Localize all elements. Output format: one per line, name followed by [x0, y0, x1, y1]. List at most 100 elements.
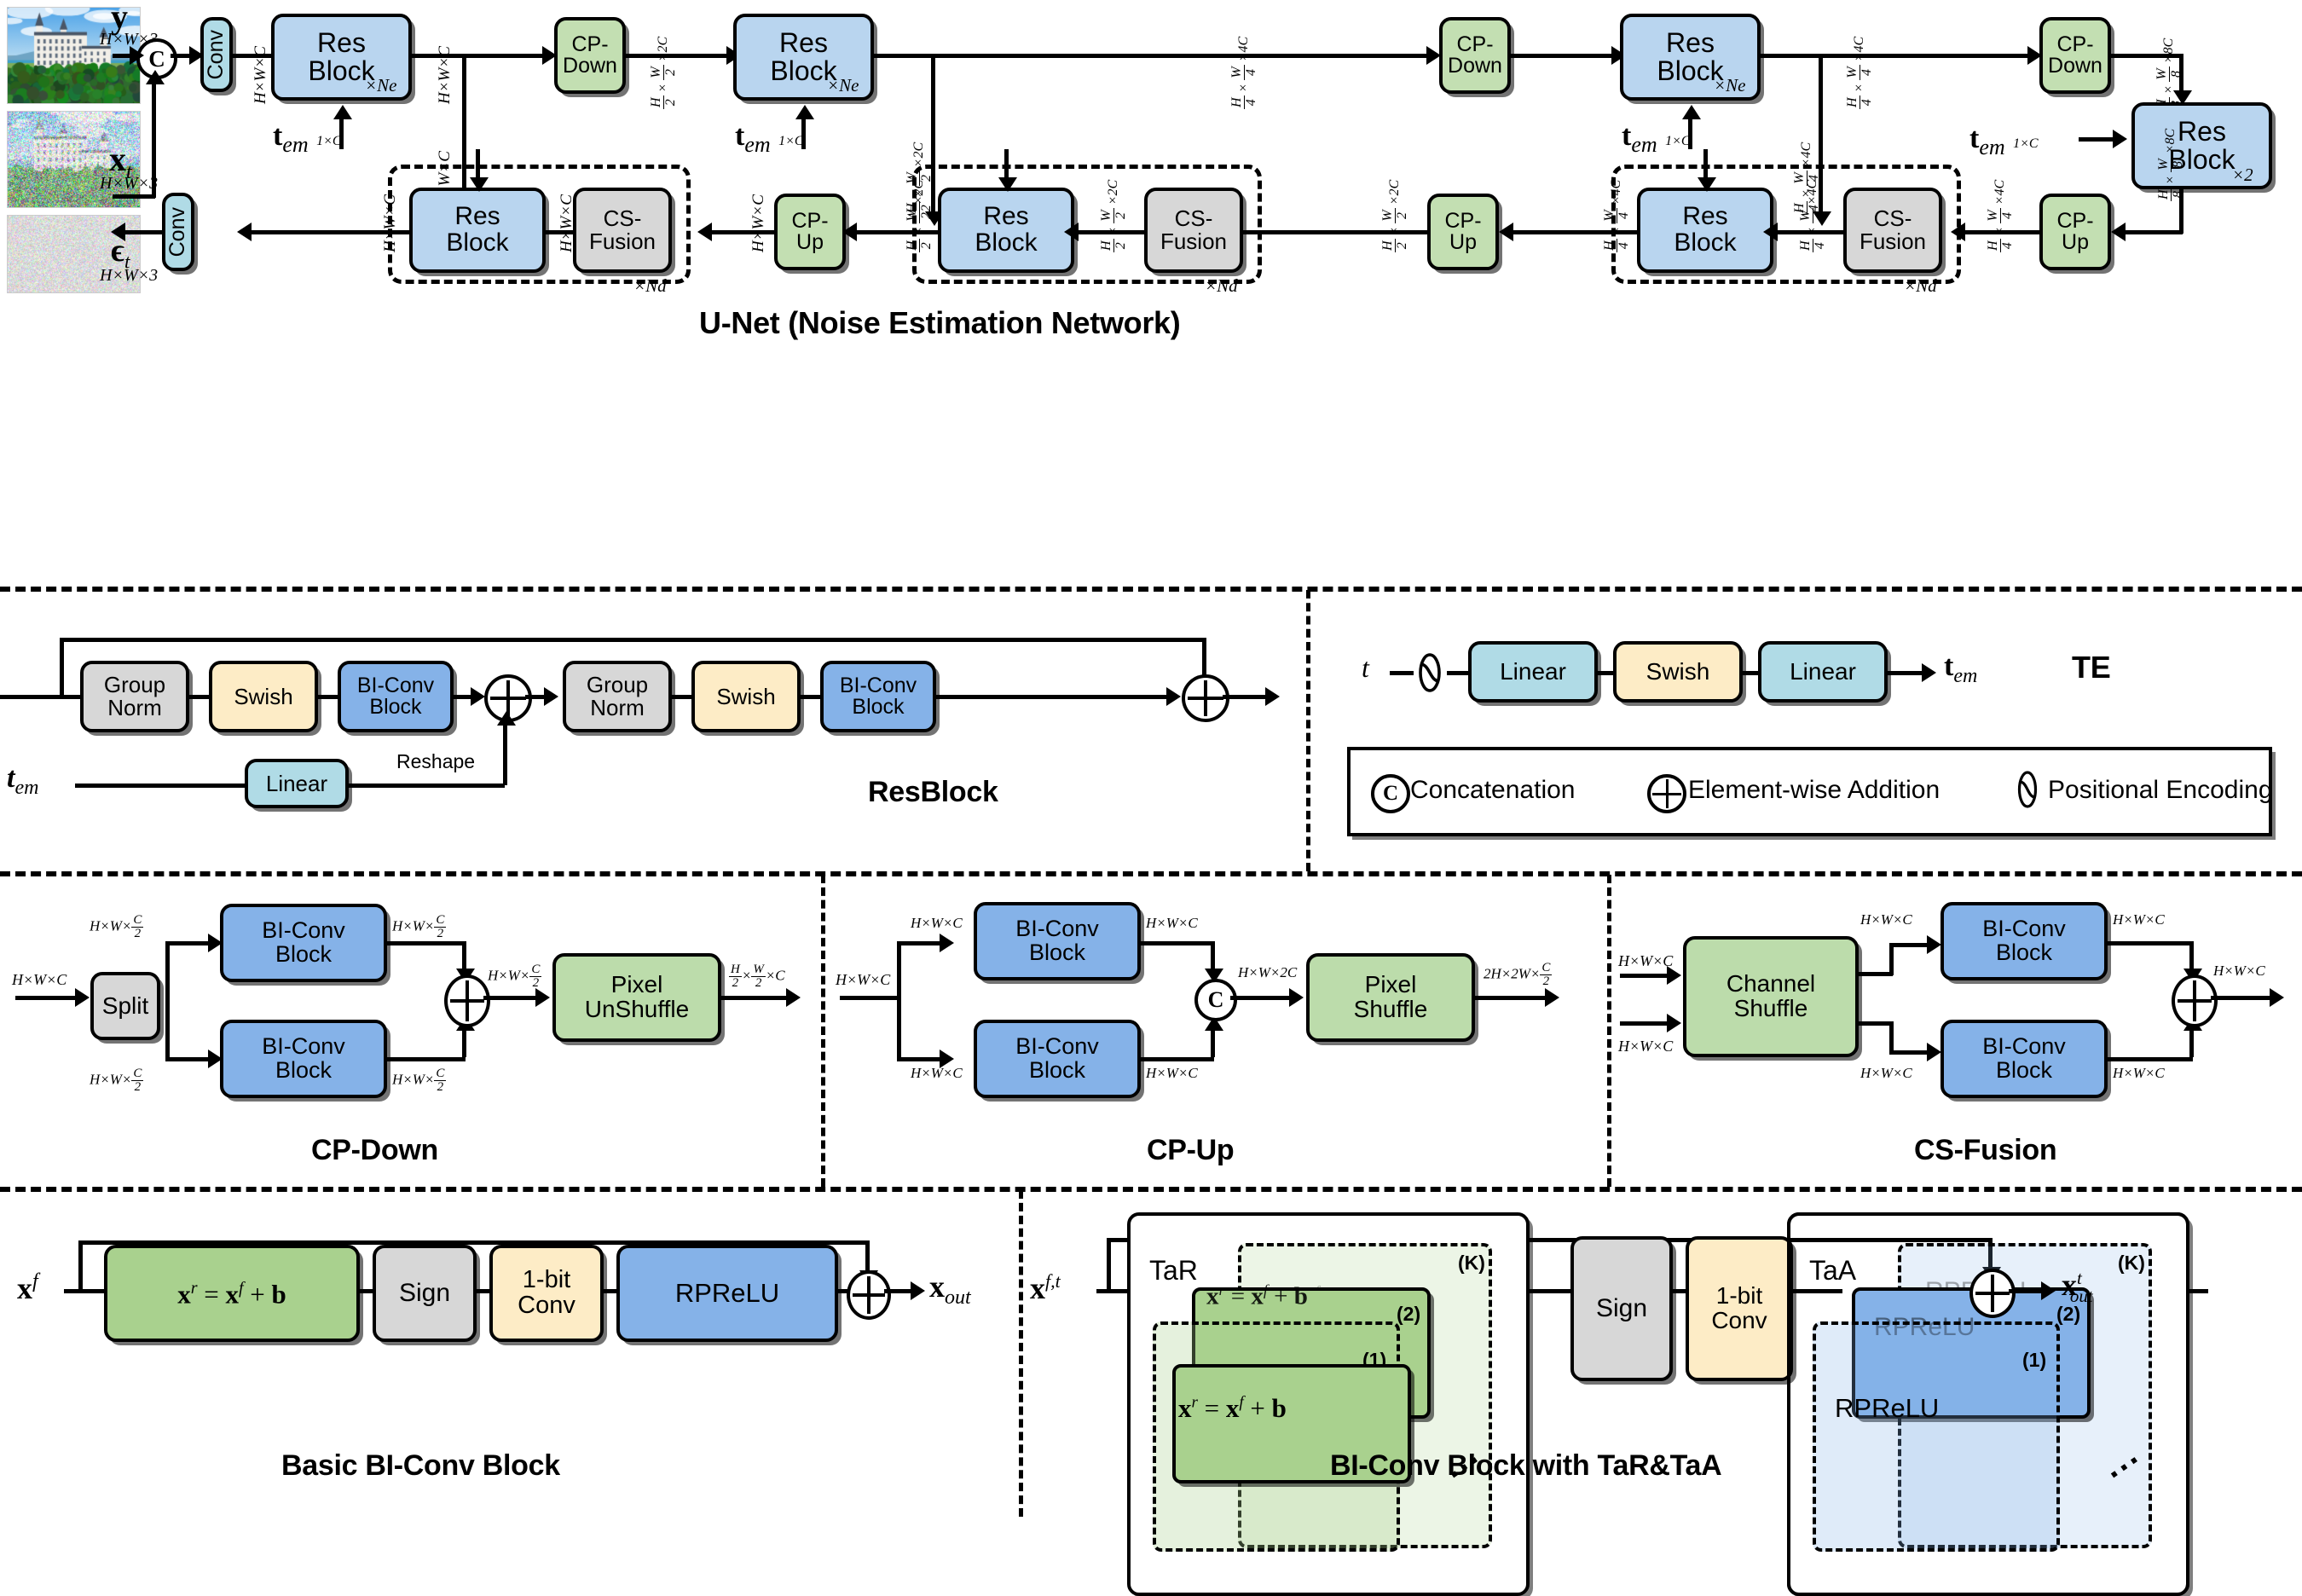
resblock-linear: Linear [245, 759, 349, 808]
dim-dec3-a: H4 × W4 ×4C [1987, 180, 2015, 252]
divider-row1-row2 [0, 587, 2302, 592]
cs-fusion-2: CS- Fusion [1144, 188, 1243, 273]
cp-up-4: CP- Up [2039, 194, 2111, 270]
cpdown-pixel-unshuffle-block: Pixel UnShuffle [552, 953, 721, 1042]
conv-out-block: Conv [162, 193, 194, 271]
time-embedding-label-3: tem 1×C [1622, 119, 1691, 158]
dim-dec2-c: H2 × W2 ×2C [905, 180, 934, 252]
resblock-reshape-label: Reshape [396, 750, 475, 773]
taa-group-label: TaA [1809, 1255, 1856, 1287]
basicbi-sign-block: Sign [373, 1245, 477, 1342]
legend-positional-encoding-label: Positional Encoding [2048, 776, 2273, 805]
cp-up-3: CP- Up [1427, 194, 1499, 270]
cpdown-biconv-top: BI-Conv Block [220, 904, 387, 982]
cp-down-3: CP- Down [2039, 17, 2111, 94]
dim-dec-out: H×W×C [382, 194, 398, 252]
cpup-pixel-shuffle-block: Pixel Shuffle [1306, 953, 1475, 1042]
resblock-groupnorm-2: Group Norm [563, 661, 672, 732]
bottleneck-repeat: ×2 [2232, 165, 2253, 186]
cpup-dim-in: H×W×C [836, 972, 890, 987]
basicbi-input-label: xf [17, 1270, 38, 1306]
decoder-stage-3-repeat: ×Nd [1904, 275, 1937, 297]
cp-down-2: CP- Down [1439, 17, 1511, 94]
dim-bottleneck-out: H8 × W8 ×8C [2157, 129, 2185, 201]
resblock-section-title: ResBlock [868, 776, 998, 809]
encoder-resblock-3-repeat: ×Ne [1714, 75, 1746, 96]
csfusion-channel-shuffle-block: Channel Shuffle [1683, 936, 1859, 1057]
decoder-resblock-3: Res Block [1637, 188, 1773, 273]
dim-dec1-b: H×W×C [558, 194, 575, 252]
cpdown-element-wise-addition-icon [444, 974, 490, 1027]
bitartaa-sign-block: Sign [1570, 1236, 1673, 1381]
divider-cpup-csfusion [1607, 875, 1611, 1187]
taa-index-k: (K) [2118, 1252, 2145, 1275]
resblock-swish-1: Swish [209, 661, 318, 732]
encoder-resblock-1-repeat: ×Ne [365, 75, 397, 96]
te-output-label: tem [1944, 650, 1977, 688]
bitartaa-input-label: xf,t [1030, 1270, 1061, 1306]
dim-bottleneck-in: H8 × W8 ×8C [2155, 38, 2183, 111]
tar-index-2: (2) [1397, 1303, 1420, 1326]
basicbi-section-title: Basic BI-Conv Block [281, 1449, 560, 1483]
csfusion-section-title: CS-Fusion [1914, 1134, 2056, 1167]
cpup-biconv-top: BI-Conv Block [974, 902, 1141, 980]
resblock-biconv-2: BI-Conv Block [820, 661, 936, 732]
te-linear-1: Linear [1468, 641, 1598, 703]
resblock-groupnorm-1: Group Norm [80, 661, 189, 732]
divider-cpdown-cpup [821, 875, 825, 1187]
legend-concatenation-label: Concatenation [1410, 776, 1575, 805]
cpup-dim-after-concat: H×W×2C [1238, 965, 1297, 980]
legend-addition-label: Element-wise Addition [1688, 776, 1940, 805]
bitartaa-output-label: xtout [2062, 1267, 2093, 1307]
cpdown-dim-out: H 2 × W 2 ×C [729, 963, 785, 990]
csfusion-biconv-top: BI-Conv Block [1941, 902, 2108, 980]
decoder-stage-1-repeat: ×Nd [633, 275, 667, 297]
csfusion-biconv-bottom: BI-Conv Block [1941, 1020, 2108, 1098]
cpup-dim-branch-in-bot: H×W×C [911, 1066, 963, 1080]
cpup-biconv-bottom: BI-Conv Block [974, 1020, 1141, 1098]
dim-dec1-a: H×W×C [750, 194, 766, 252]
te-linear-2: Linear [1758, 641, 1888, 703]
cpdown-biconv-bottom: BI-Conv Block [220, 1020, 387, 1098]
dim-dec3-c: H4 × W4 ×4C [1603, 180, 1631, 252]
basicbi-rprelu-block: RPReLU [616, 1245, 838, 1342]
resblock-biconv-1: BI-Conv Block [338, 661, 454, 732]
csfusion-dim-branch-in-top: H×W×C [1860, 912, 1912, 927]
csfusion-dim-in-top: H×W×C [1618, 953, 1673, 969]
resblock-swish-2: Swish [691, 661, 801, 732]
time-embedding-label-2: tem 1×C [735, 119, 804, 158]
cpup-concatenation-icon: C [1194, 979, 1237, 1021]
dim-enc3-in: H4 × W4 ×4C [1230, 37, 1258, 109]
time-embedding-label-bottleneck: tem 1×C [1969, 122, 2039, 160]
tar-index-k: (K) [1458, 1252, 1485, 1275]
encoder-resblock-2-repeat: ×Ne [827, 75, 859, 96]
basicbi-output-label: xout [929, 1269, 971, 1310]
bitartaa-output-addition-icon [1969, 1269, 2016, 1318]
cpup-section-title: CP-Up [1147, 1134, 1234, 1167]
cpup-dim-out: 2H×2W× C 2 [1484, 962, 1552, 988]
legend-positional-encoding-icon [2012, 770, 2043, 809]
basicbi-residual-equation-block: xr = xf + b [104, 1245, 360, 1342]
cs-fusion-1: CS- Fusion [573, 188, 672, 273]
cpup-dim-branch-in-top: H×W×C [911, 916, 963, 930]
unet-section-title: U-Net (Noise Estimation Network) [699, 305, 1180, 341]
csfusion-element-wise-addition-icon [2172, 974, 2218, 1027]
cp-down-1: CP- Down [554, 17, 626, 94]
dim-enc2-in: H2 × W2 ×2C [650, 37, 678, 109]
divider-basicbi-tartaa [1019, 1190, 1023, 1517]
te-swish: Swish [1613, 641, 1743, 703]
noisy-image-dims: H×W×3 [100, 175, 158, 192]
cpdown-dim-in: H×W×C [12, 972, 67, 987]
cpdown-dim-branch-out-top: H×W× C 2 [392, 914, 446, 940]
tar-group-label: TaR [1149, 1255, 1198, 1287]
cpup-dim-branch-out-bot: H×W×C [1146, 1066, 1198, 1080]
legend-concatenation-icon: C [1371, 774, 1410, 813]
dim-enc3-in-b: H4 × W4 ×4C [1846, 37, 1874, 109]
cpdown-dim-branch-in-bot: H×W× C 2 [90, 1067, 143, 1094]
cpup-dim-branch-out-top: H×W×C [1146, 916, 1198, 930]
output-noise-dims: H×W×3 [100, 267, 158, 284]
bitartaa-section-title: BI-Conv Block with TaR&TaA [1330, 1449, 1721, 1483]
cpdown-dim-branch-out-bot: H×W× C 2 [392, 1067, 446, 1094]
bitartaa-1bit-conv-block: 1-bit Conv [1686, 1236, 1793, 1381]
decoder-resblock-2: Res Block [938, 188, 1074, 273]
